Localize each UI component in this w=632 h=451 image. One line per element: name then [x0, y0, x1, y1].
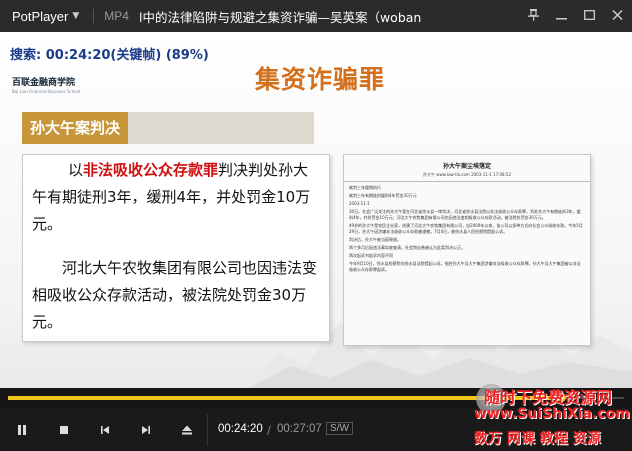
previous-icon [101, 426, 109, 434]
verdict-paragraph-1: 以非法吸收公众存款罪判决判处孙大午有期徒刑3年，缓刑4年，并处罚金10万元。 [32, 157, 322, 238]
document-line: 被判三年缓期执行 [349, 185, 381, 190]
document-line: 今年9月10日，徐水县检察院向徐水县法院提起公诉，指控孙大午及大午集团涉嫌非法吸… [349, 261, 581, 272]
pause-icon [18, 425, 26, 435]
stop-icon [60, 426, 68, 434]
watermark-line-1: 随时下免费资源网 [484, 388, 613, 407]
window-controls [526, 0, 624, 32]
document-body: 被判三年缓期执行 被判三年有期徒刑缓刑4年罚金30万元 2003-11-1 30… [349, 185, 583, 275]
window-title: l中的法律陷阱与规避之集资诈骗—吴英案（woban [138, 9, 422, 25]
document-line: 30日，社会广泛关注的孙大午案在河北省徐水县一审判决，河北省徐水县法院以非法吸收… [349, 209, 581, 220]
case-label: 孙大午案判决 [22, 112, 128, 144]
document-line: 两个多月后因违法事实被查清，社会舆论普遍认为此案判决公正。 [349, 245, 465, 250]
document-title: 孙大午案尘埃落定 [442, 163, 491, 170]
video-area[interactable]: 搜索: 00:24:20(关键帧) (89%) 百联金融商学院 Bai Lian… [0, 32, 632, 388]
document-line: 被判三年有期徒刑缓刑4年罚金30万元 [349, 193, 417, 198]
control-separator [207, 414, 208, 446]
document-divider [344, 181, 590, 182]
format-label: MP4 [93, 9, 129, 23]
chevron-down-icon[interactable]: ▼ [72, 11, 79, 21]
document-line: 49岁的孙大午是农民企业家，创建了河北大午农牧集团有限公司，自2000年以来，该… [349, 223, 583, 234]
eject-icon [182, 425, 192, 435]
para2-text: 河北大午农牧集团有限公司也因违法变相吸收公众存款活动，被法院处罚金30万元。 [32, 259, 318, 331]
total-time[interactable]: 00:27:07 [277, 423, 322, 435]
osd-info: 搜索: 00:24:20(关键帧) (89%) [10, 44, 209, 63]
osd-label: 搜索 [10, 48, 37, 63]
watermark-line-3: 数万 网课 教程 资源 [474, 431, 601, 447]
current-time[interactable]: 00:24:20 [218, 423, 263, 435]
maximize-icon[interactable] [582, 9, 596, 24]
document-meta: 孙大午 www.law-lib.com 2003-11-1 17:08:52 [422, 172, 512, 177]
osd-timestamp: : 00:24:20(关键帧) (89%) [36, 48, 209, 63]
next-button[interactable] [133, 418, 159, 442]
next-icon [142, 426, 150, 434]
crime-highlight: 非法吸收公众存款罪 [83, 161, 219, 179]
sw-toggle-button[interactable]: S/W [326, 422, 353, 435]
app-menu-button[interactable]: PotPlayer [12, 9, 68, 24]
news-document-image: 孙大午案尘埃落定 孙大午 www.law-lib.com 2003-11-1 1… [343, 154, 591, 346]
watermark-line-2: www.SuiShiXia.com [474, 406, 630, 422]
eject-button[interactable] [174, 418, 200, 442]
stop-button[interactable] [51, 418, 77, 442]
school-logo-subtitle: Bai Lian Financial Business School [12, 89, 81, 94]
document-line: 判决后，孙大午被当庭释放。 [349, 237, 401, 242]
document-line: 2003-11-1 [349, 201, 370, 206]
verdict-paragraph-2: 河北大午农牧集团有限公司也因违法变相吸收公众存款活动，被法院处罚金30万元。 [32, 255, 322, 336]
time-separator: / [267, 423, 271, 437]
verdict-textbox: 以非法吸收公众存款罪判决判处孙大午有期徒刑3年，缓刑4年，并处罚金10万元。 河… [22, 154, 330, 342]
title-bar: PotPlayer ▼ MP4 l中的法律陷阱与规避之集资诈骗—吴英案（woba… [0, 0, 632, 32]
para1-prefix: 以 [68, 161, 84, 179]
pin-icon[interactable] [526, 8, 540, 24]
previous-button[interactable] [92, 418, 118, 442]
minimize-icon[interactable] [554, 9, 568, 24]
pause-button[interactable] [9, 418, 35, 442]
slide-title: 集资诈骗罪 [255, 65, 386, 94]
close-icon[interactable] [610, 9, 624, 24]
document-line: 两次起诉书起诉内容不同 [349, 253, 393, 258]
school-logo: 百联金融商学院 [12, 78, 76, 88]
